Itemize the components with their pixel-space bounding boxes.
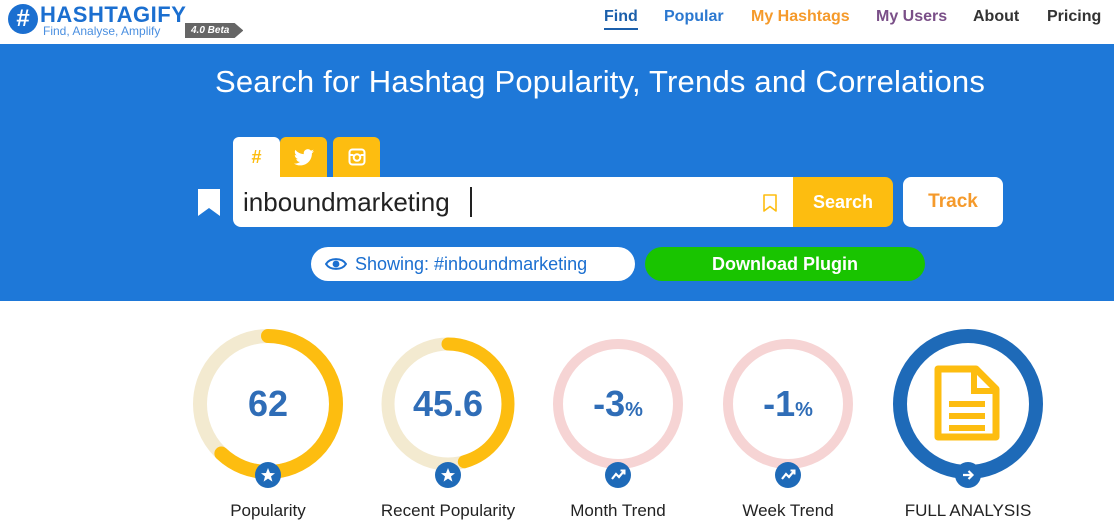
full-analysis-label: FULL ANALYSIS — [904, 501, 1032, 520]
month-trend-value: -3% — [593, 383, 643, 424]
metric-recent-popularity[interactable]: 45.6 Recent Popularity — [356, 327, 536, 527]
metric-popularity[interactable]: 62 Popularity — [176, 327, 356, 527]
nav-my-hashtags[interactable]: My Hashtags — [751, 8, 850, 26]
logo-tagline: Find, Analyse, Amplify — [43, 24, 161, 38]
metric-month-trend[interactable]: -3% Month Trend — [526, 327, 706, 527]
arrow-right-icon — [955, 462, 981, 488]
showing-hashtag-pill[interactable]: Showing: #inboundmarketing — [311, 247, 635, 281]
metric-full-analysis[interactable]: FULL ANALYSIS — [876, 327, 1056, 527]
nav-my-users[interactable]: My Users — [876, 8, 947, 26]
trend-icon — [775, 462, 801, 488]
hashtag-search-input[interactable] — [243, 185, 763, 219]
saved-searches-bookmark-icon[interactable] — [198, 189, 220, 216]
week-trend-value: -1% — [763, 383, 813, 424]
logo-hash-icon: # — [8, 4, 38, 34]
bookmark-outline-icon[interactable] — [763, 194, 777, 212]
eye-icon — [325, 258, 347, 270]
instagram-icon — [348, 148, 365, 166]
tab-hashtag[interactable]: # — [233, 137, 280, 179]
twitter-icon — [293, 149, 314, 166]
search-hero: Search for Hashtag Popularity, Trends an… — [0, 44, 1114, 301]
version-badge: 4.0 Beta — [185, 23, 244, 38]
hero-title: Search for Hashtag Popularity, Trends an… — [214, 64, 986, 99]
showing-label: Showing: #inboundmarketing — [355, 254, 588, 274]
nav-popular[interactable]: Popular — [664, 8, 724, 26]
star-icon — [255, 462, 281, 488]
text-cursor — [470, 187, 472, 217]
hashtag-icon: # — [251, 147, 262, 167]
popularity-value: 62 — [247, 383, 289, 424]
search-button[interactable]: Search — [793, 177, 893, 227]
nav-find[interactable]: Find — [604, 8, 638, 30]
star-icon — [435, 462, 461, 488]
month-trend-label: Month Trend — [570, 501, 666, 520]
week-trend-label: Week Trend — [742, 501, 834, 520]
trend-icon — [605, 462, 631, 488]
search-box — [233, 177, 793, 227]
nav-pricing[interactable]: Pricing — [1047, 8, 1101, 26]
top-navigation-bar: # HASHTAGIFY Find, Analyse, Amplify 4.0 … — [0, 0, 1114, 44]
nav-about[interactable]: About — [973, 8, 1019, 26]
hashtagify-logo[interactable]: # HASHTAGIFY Find, Analyse, Amplify 4.0 … — [8, 2, 258, 41]
recent-popularity-value: 45.6 — [412, 383, 484, 424]
document-icon — [934, 365, 1000, 441]
recent-popularity-label: Recent Popularity — [380, 501, 516, 520]
track-button[interactable]: Track — [903, 177, 1003, 227]
tab-instagram[interactable] — [333, 137, 380, 179]
download-plugin-button[interactable]: Download Plugin — [645, 247, 925, 281]
popularity-label: Popularity — [230, 501, 306, 520]
metric-week-trend[interactable]: -1% Week Trend — [696, 327, 876, 527]
tab-twitter[interactable] — [280, 137, 327, 179]
